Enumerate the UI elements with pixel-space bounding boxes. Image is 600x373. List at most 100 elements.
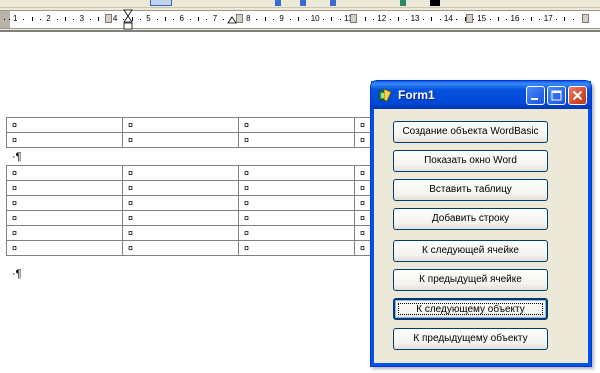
horizontal-ruler[interactable]: 1 2 3 4 5 6 7 8 9 10 11 12 13 14 15 16 17 <box>0 9 600 31</box>
add-row-button[interactable]: Добавить строку <box>393 208 548 230</box>
end-of-cell-icon: ¤ <box>128 168 134 178</box>
toolbar-icon-partial[interactable] <box>330 0 336 6</box>
end-of-cell-icon: ¤ <box>360 243 366 253</box>
form1-window[interactable]: Form1 Создание объекта WordBasic Показат… <box>370 80 592 367</box>
ruler-number: 7 <box>212 14 218 23</box>
ruler-dot <box>490 19 491 20</box>
column-marker-icon[interactable] <box>466 14 473 23</box>
column-marker-icon[interactable] <box>582 14 589 23</box>
title-bar[interactable]: Form1 <box>371 81 591 109</box>
table-cell[interactable]: ¤ <box>122 165 239 181</box>
indent-marker-icon[interactable] <box>123 9 133 31</box>
toolbar-strip <box>0 0 600 8</box>
minimize-button[interactable] <box>526 86 545 105</box>
end-of-cell-icon: ¤ <box>12 168 18 178</box>
table-cell[interactable]: ¤ <box>122 225 239 241</box>
ruler-number: 17 <box>543 14 553 23</box>
previous-cell-button[interactable]: К предыдущей ячейке <box>393 269 548 291</box>
ruler-dot <box>40 19 41 20</box>
close-button[interactable] <box>568 86 587 105</box>
toolbar-icon-partial[interactable] <box>400 0 406 6</box>
ruler-tick <box>431 17 432 21</box>
ruler-tick <box>298 17 299 21</box>
table-cell[interactable]: ¤ <box>122 117 239 133</box>
ruler-number: 5 <box>146 14 151 23</box>
table-cell[interactable]: ¤ <box>122 210 239 226</box>
ruler-dot <box>539 19 540 20</box>
end-of-cell-icon: ¤ <box>244 135 250 145</box>
ruler-number: 2 <box>46 14 51 23</box>
ruler-dot <box>423 19 424 20</box>
end-of-cell-icon: ¤ <box>128 198 134 208</box>
table-cell[interactable]: ¤ <box>6 180 123 196</box>
end-of-cell-icon: ¤ <box>128 213 134 223</box>
create-wordbasic-button[interactable]: Создание объекта WordBasic <box>393 121 548 143</box>
ruler-number: 14 <box>443 14 453 23</box>
column-marker-icon[interactable] <box>236 14 243 23</box>
toolbar-icon-partial[interactable] <box>275 0 281 6</box>
ruler-dot <box>573 19 574 20</box>
table-cell[interactable]: ¤ <box>122 132 239 148</box>
ruler-dot <box>473 19 474 20</box>
table-cell[interactable]: ¤ <box>238 165 355 181</box>
ruler-dot <box>223 19 224 20</box>
document-table-2[interactable]: ¤ ¤ ¤ ¤ ¤ ¤ ¤ ¤ ¤ ¤ ¤ ¤ ¤ ¤ ¤ ¤ ¤ ¤ ¤ ¤ ¤ ¤ ¤ ¤ <box>6 165 375 256</box>
previous-object-button[interactable]: К предыдущему объекту <box>393 328 548 350</box>
maximize-button[interactable] <box>547 86 566 105</box>
ruler-tick <box>498 17 499 21</box>
ruler-number: 16 <box>510 14 520 23</box>
table-cell[interactable]: ¤ <box>238 132 355 148</box>
indent-marker-icon[interactable] <box>227 9 237 31</box>
end-of-cell-icon: ¤ <box>360 168 366 178</box>
app-icon[interactable] <box>378 88 392 102</box>
ruler-dot <box>4 19 5 20</box>
ruler-tick <box>265 17 266 21</box>
ruler-divider <box>0 30 600 32</box>
table-cell[interactable]: ¤ <box>6 195 123 211</box>
minimize-icon <box>531 98 538 100</box>
column-marker-icon[interactable] <box>350 14 357 23</box>
table-cell[interactable]: ¤ <box>6 165 123 181</box>
table-cell[interactable]: ¤ <box>238 117 355 133</box>
end-of-cell-icon: ¤ <box>244 243 250 253</box>
toolbar-button-partial[interactable] <box>150 0 172 6</box>
toolbar-icon-partial[interactable] <box>300 0 306 6</box>
end-of-cell-icon: ¤ <box>12 228 18 238</box>
end-of-cell-icon: ¤ <box>12 198 18 208</box>
end-of-cell-icon: ¤ <box>360 213 366 223</box>
insert-table-button[interactable]: Вставить таблицу <box>393 179 548 201</box>
table-cell[interactable]: ¤ <box>238 195 355 211</box>
end-of-cell-icon: ¤ <box>360 228 366 238</box>
table-cell[interactable]: ¤ <box>122 180 239 196</box>
table-cell[interactable]: ¤ <box>6 210 123 226</box>
column-marker-icon[interactable] <box>105 14 112 23</box>
ruler-number: 10 <box>310 14 320 23</box>
ruler-dot <box>57 19 58 20</box>
end-of-cell-icon: ¤ <box>12 243 18 253</box>
ruler-dot <box>290 19 291 20</box>
table-cell[interactable]: ¤ <box>6 117 123 133</box>
ruler-number: 4 <box>112 14 118 23</box>
toolbar-icon-partial[interactable] <box>430 0 440 6</box>
table-cell[interactable]: ¤ <box>6 240 123 256</box>
ruler-tick <box>564 17 565 21</box>
end-of-cell-icon: ¤ <box>360 198 366 208</box>
next-object-button[interactable]: К следующему объекту <box>393 298 548 320</box>
table-cell[interactable]: ¤ <box>238 240 355 256</box>
table-cell[interactable]: ¤ <box>122 195 239 211</box>
document-table-1[interactable]: ¤ ¤ ¤ ¤ ¤ ¤ ¤ ¤ <box>6 117 375 148</box>
table-row: ¤ ¤ ¤ ¤ <box>6 117 375 133</box>
end-of-cell-icon: ¤ <box>244 120 250 130</box>
ruler-dot <box>523 19 524 20</box>
table-cell[interactable]: ¤ <box>6 132 123 148</box>
ruler-dot <box>440 19 441 20</box>
next-cell-button[interactable]: К следующей ячейке <box>393 240 548 262</box>
ruler-tick <box>365 17 366 21</box>
table-cell[interactable]: ¤ <box>6 225 123 241</box>
table-cell[interactable]: ¤ <box>122 240 239 256</box>
table-cell[interactable]: ¤ <box>238 210 355 226</box>
table-row: ¤ ¤ ¤ ¤ <box>6 165 375 181</box>
show-word-window-button[interactable]: Показать окно Word <box>393 150 548 172</box>
table-cell[interactable]: ¤ <box>238 225 355 241</box>
table-cell[interactable]: ¤ <box>238 180 355 196</box>
